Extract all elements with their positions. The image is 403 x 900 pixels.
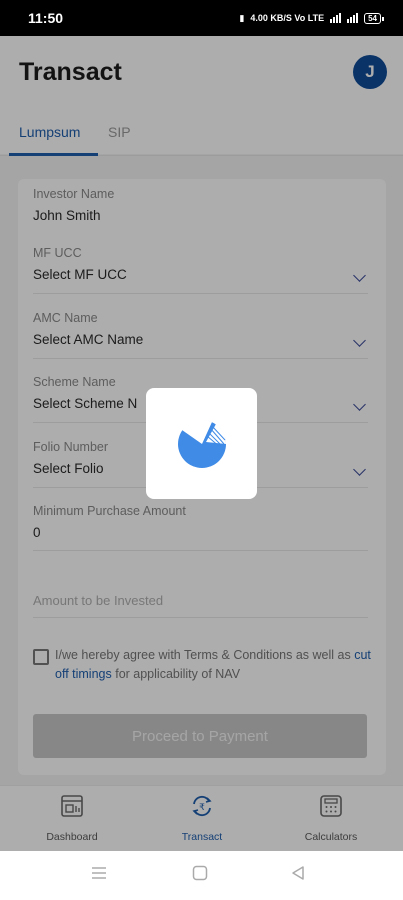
loading-dialog [146, 388, 257, 499]
signal-icon [330, 13, 342, 23]
battery-icon: 54 [364, 12, 384, 24]
system-nav-bar [0, 851, 403, 900]
status-icons: ▮ 4.00 KB/S Vo LTE 54 [239, 12, 384, 24]
network-speed: 4.00 KB/S Vo LTE [250, 13, 325, 23]
signal-icon-2 [347, 13, 359, 23]
back-icon[interactable] [290, 865, 306, 881]
status-bar: 11:50 ▮ 4.00 KB/S Vo LTE 54 [0, 0, 403, 36]
menu-icon[interactable] [91, 865, 107, 881]
home-icon[interactable] [192, 865, 208, 881]
status-time: 11:50 [28, 10, 64, 26]
vibrate-icon: ▮ [239, 12, 245, 23]
loading-logo-icon [177, 419, 226, 468]
loading-overlay [0, 36, 403, 851]
